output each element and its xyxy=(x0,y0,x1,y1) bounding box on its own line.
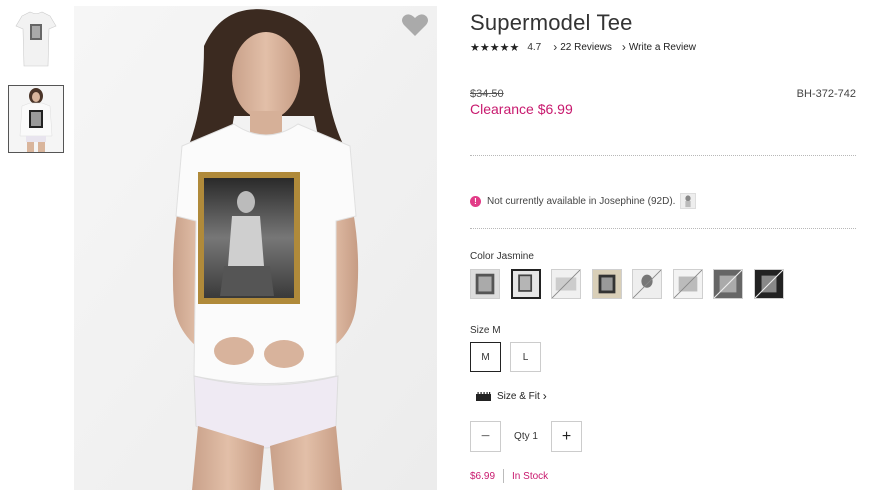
size-option-l[interactable]: L xyxy=(510,342,541,372)
quantity-increase-button[interactable]: + xyxy=(551,421,582,452)
quantity-stepper: − Qty 1 + xyxy=(470,421,582,452)
color-swatch-selected[interactable] xyxy=(510,269,541,299)
color-swatches xyxy=(470,269,794,299)
color-swatch[interactable] xyxy=(713,269,743,299)
color-swatch[interactable] xyxy=(753,269,784,299)
swatch-image xyxy=(512,271,539,297)
availability-swatch-thumbnail[interactable] xyxy=(680,193,697,209)
main-product-image[interactable] xyxy=(74,6,437,490)
color-swatch[interactable] xyxy=(470,269,500,299)
write-review-link[interactable]: Write a Review xyxy=(629,42,696,53)
swatch-image xyxy=(673,270,702,298)
size-fit-link[interactable]: Size & Fit › xyxy=(476,389,550,403)
chevron-right-icon: › xyxy=(553,40,558,54)
reviews-link[interactable]: 22 Reviews xyxy=(560,42,612,53)
chevron-right-icon: › xyxy=(542,389,547,403)
rating-row: ★★★★★ 4.7 › 22 Reviews › Write a Review xyxy=(470,40,696,54)
size-option-m[interactable]: M xyxy=(470,342,501,372)
thumbnail-list xyxy=(8,6,64,164)
heart-icon[interactable] xyxy=(401,12,429,38)
current-price: $6.99 xyxy=(470,470,496,482)
thumbnail-model[interactable] xyxy=(8,85,64,153)
divider xyxy=(503,469,505,483)
swatch-image xyxy=(552,270,580,298)
availability-notice: ! Not currently available in Josephine (… xyxy=(470,193,697,209)
product-title: Supermodel Tee xyxy=(470,10,633,35)
size-options: M L xyxy=(470,342,550,372)
swatch-image xyxy=(714,270,742,298)
color-swatch[interactable] xyxy=(551,269,581,299)
thumbnail-tee-flat[interactable] xyxy=(8,6,64,74)
chevron-right-icon: › xyxy=(621,40,626,54)
swatch-image xyxy=(754,270,783,298)
product-sku: BH-372-742 xyxy=(796,88,856,100)
ruler-icon xyxy=(476,391,491,401)
swatch-image xyxy=(592,270,621,298)
availability-message: Not currently available in Josephine (92… xyxy=(487,195,676,207)
size-label: Size M xyxy=(470,325,501,336)
quantity-label: Qty 1 xyxy=(514,431,538,442)
color-swatch[interactable] xyxy=(632,269,662,299)
divider xyxy=(470,228,856,229)
size-fit-label: Size & Fit xyxy=(497,390,540,402)
clearance-price: Clearance $6.99 xyxy=(470,101,573,117)
quantity-decrease-button[interactable]: − xyxy=(470,421,501,452)
stock-status: In Stock xyxy=(512,470,549,482)
swatch-image xyxy=(633,270,661,298)
color-label: Color Jasmine xyxy=(470,251,534,262)
tee-flat-image xyxy=(8,6,64,74)
color-swatch[interactable] xyxy=(672,269,703,299)
model-thumbnail-image xyxy=(9,86,63,152)
swatch-image xyxy=(685,195,692,208)
divider xyxy=(470,155,856,156)
star-rating-icon: ★★★★★ xyxy=(470,41,520,54)
color-swatch[interactable] xyxy=(591,269,622,299)
swatch-image xyxy=(471,270,499,298)
rating-value: 4.7 xyxy=(527,41,542,53)
price-stock-row: $6.99 In Stock xyxy=(470,469,548,483)
model-photo xyxy=(74,6,437,490)
alert-icon: ! xyxy=(470,195,481,207)
original-price: $34.50 xyxy=(470,88,504,100)
